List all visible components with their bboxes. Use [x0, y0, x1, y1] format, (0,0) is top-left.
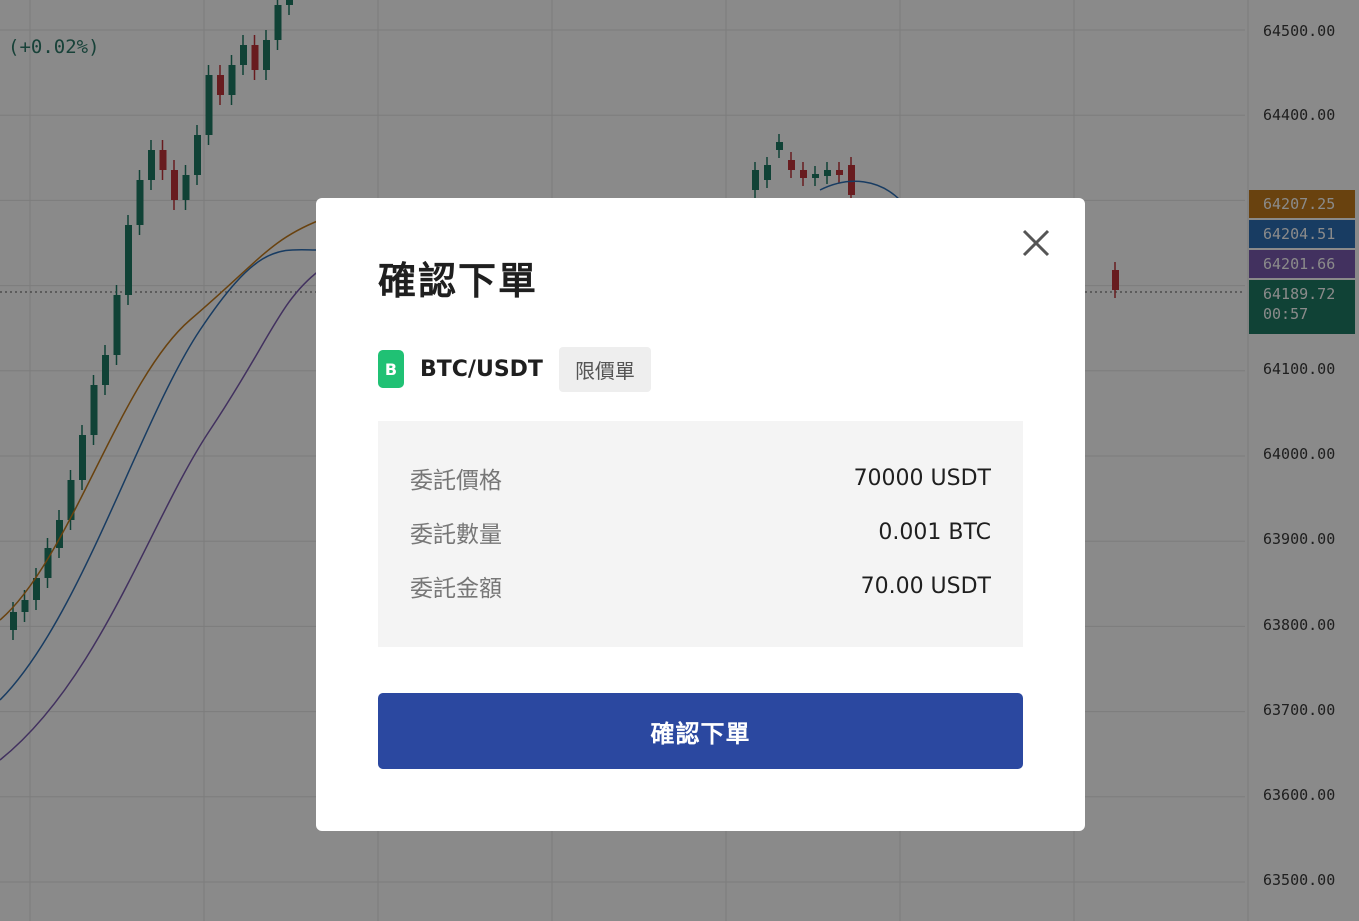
- buy-side-badge: B: [378, 350, 404, 388]
- confirm-order-button[interactable]: 確認下單: [378, 693, 1023, 769]
- order-pair-row: B BTC/USDT 限價單: [378, 346, 651, 392]
- detail-value: 70.00 USDT: [860, 573, 991, 599]
- close-icon: [1022, 229, 1050, 257]
- order-confirm-dialog: 確認下單 B BTC/USDT 限價單 委託價格 70000 USDT 委託數量…: [316, 198, 1085, 831]
- dialog-title: 確認下單: [378, 259, 539, 303]
- order-type-tag: 限價單: [558, 346, 651, 392]
- detail-label: 委託價格: [410, 468, 502, 494]
- detail-label: 委託金額: [410, 576, 502, 602]
- detail-row-price: 委託價格 70000 USDT: [410, 461, 991, 495]
- detail-row-quantity: 委託數量 0.001 BTC: [410, 515, 991, 549]
- detail-label: 委託數量: [410, 522, 502, 548]
- detail-value: 70000 USDT: [853, 465, 991, 491]
- trading-pair: BTC/USDT: [420, 356, 543, 382]
- order-details-panel: 委託價格 70000 USDT 委託數量 0.001 BTC 委託金額 70.0…: [378, 421, 1023, 647]
- close-button[interactable]: [1019, 226, 1053, 260]
- detail-row-amount: 委託金額 70.00 USDT: [410, 569, 991, 603]
- detail-value: 0.001 BTC: [878, 519, 991, 545]
